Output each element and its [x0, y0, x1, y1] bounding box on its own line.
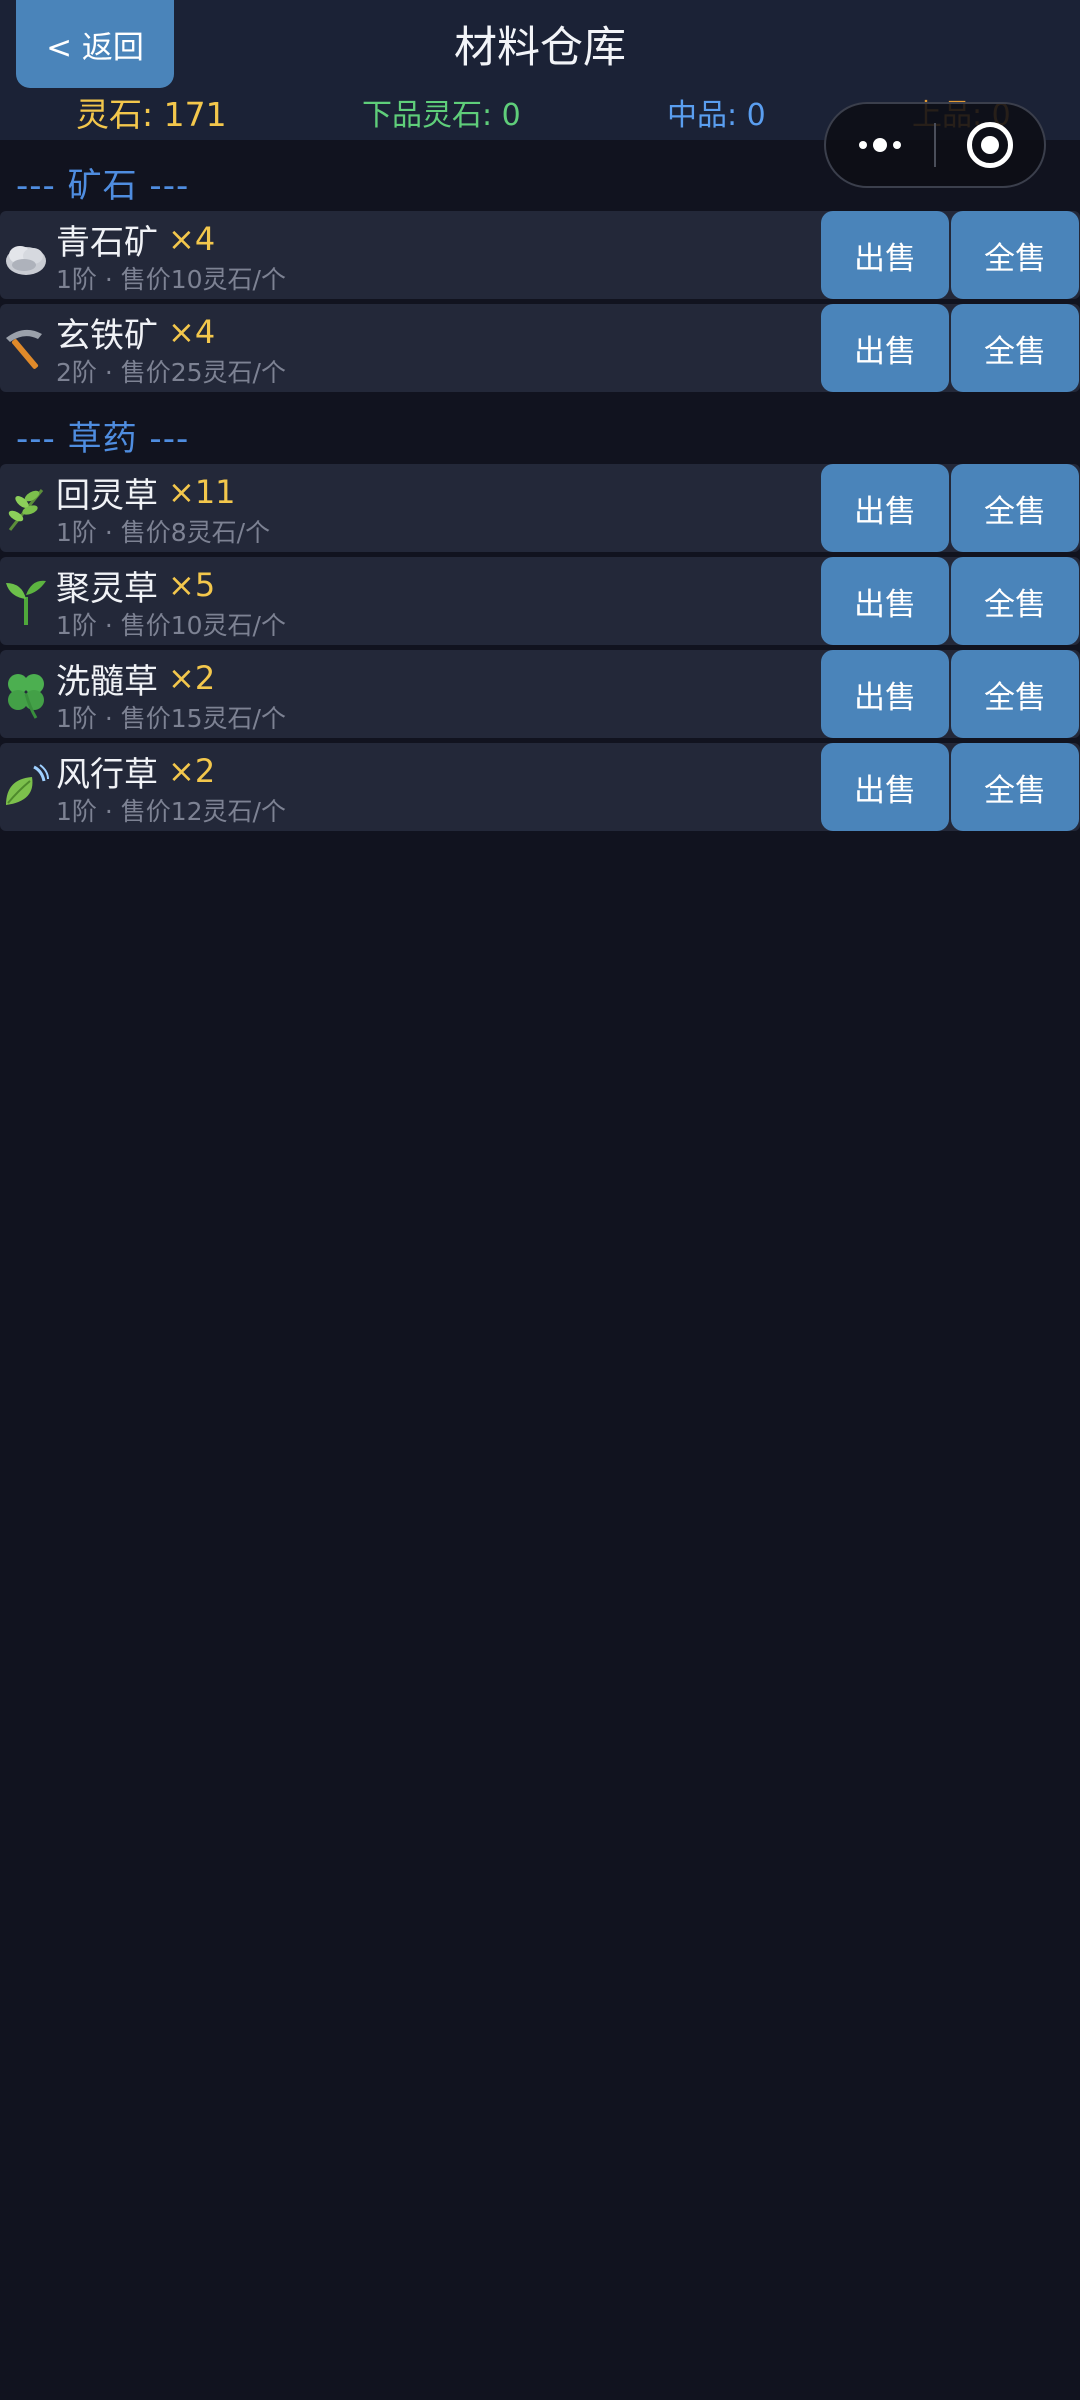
item-description: 1阶 · 售价12灵石/个 — [56, 797, 286, 826]
sell-button[interactable]: 出售 — [821, 557, 949, 645]
item-count: ×2 — [168, 659, 216, 697]
item-name: 洗髓草 — [56, 661, 158, 702]
list-item: 聚灵草 ×5 1阶 · 售价10灵石/个 出售 全售 — [0, 557, 1080, 645]
mid-grade-stone-count: 中品: 0 — [667, 98, 766, 133]
herb-icon — [8, 489, 44, 531]
item-name-row: 聚灵草 ×5 — [56, 563, 216, 609]
item-name: 玄铁矿 — [56, 315, 158, 356]
item-name: 青石矿 — [56, 222, 158, 263]
more-button[interactable] — [826, 104, 934, 186]
item-name-row: 玄铁矿 ×4 — [56, 310, 216, 356]
section-title-ore: --- 矿石 --- — [16, 165, 190, 206]
target-circle-icon — [966, 122, 1013, 168]
mini-program-capsule — [824, 102, 1046, 188]
list-item: 风行草 ×2 1阶 · 售价12灵石/个 出售 全售 — [0, 743, 1080, 831]
list-item: 回灵草 ×11 1阶 · 售价8灵石/个 出售 全售 — [0, 464, 1080, 552]
list-item: 玄铁矿 ×4 2阶 · 售价25灵石/个 出售 全售 — [0, 304, 1080, 392]
item-name-row: 青石矿 ×4 — [56, 217, 216, 263]
item-name-row: 洗髓草 ×2 — [56, 656, 216, 702]
sell-all-button[interactable]: 全售 — [951, 650, 1079, 738]
sell-all-button[interactable]: 全售 — [951, 211, 1079, 299]
item-name-row: 风行草 ×2 — [56, 749, 216, 795]
app-root: < 返回 材料仓库 灵石: 171 下品灵石: 0 中品: 0 上品: 0 --… — [0, 0, 1080, 2400]
item-count: ×4 — [168, 220, 216, 258]
item-count: ×11 — [168, 473, 236, 511]
pickaxe-icon — [6, 329, 42, 369]
clover-icon — [8, 674, 44, 719]
item-name-row: 回灵草 ×11 — [56, 470, 236, 516]
sell-button[interactable]: 出售 — [821, 650, 949, 738]
seedling-icon — [6, 580, 46, 625]
sell-button[interactable]: 出售 — [821, 211, 949, 299]
item-count: ×4 — [168, 313, 216, 351]
section-title-herb: --- 草药 --- — [16, 418, 190, 459]
back-button[interactable]: < 返回 — [16, 0, 174, 88]
sell-all-button[interactable]: 全售 — [951, 304, 1079, 392]
item-description: 1阶 · 售价10灵石/个 — [56, 611, 286, 640]
rock-icon — [6, 246, 46, 275]
item-description: 1阶 · 售价8灵石/个 — [56, 518, 271, 547]
item-name: 风行草 — [56, 754, 158, 795]
more-dots-icon — [859, 138, 901, 152]
list-item: 洗髓草 ×2 1阶 · 售价15灵石/个 出售 全售 — [0, 650, 1080, 738]
list-item: 青石矿 ×4 1阶 · 售价10灵石/个 出售 全售 — [0, 211, 1080, 299]
item-name: 回灵草 — [56, 475, 158, 516]
item-name: 聚灵草 — [56, 568, 158, 609]
close-button[interactable] — [936, 104, 1044, 186]
sell-all-button[interactable]: 全售 — [951, 743, 1079, 831]
sell-button[interactable]: 出售 — [821, 743, 949, 831]
spirit-stone-count: 灵石: 171 — [76, 95, 227, 134]
item-description: 2阶 · 售价25灵石/个 — [56, 358, 286, 387]
sell-all-button[interactable]: 全售 — [951, 557, 1079, 645]
item-description: 1阶 · 售价10灵石/个 — [56, 265, 286, 294]
sell-button[interactable]: 出售 — [821, 464, 949, 552]
sell-all-button[interactable]: 全售 — [951, 464, 1079, 552]
sell-button[interactable]: 出售 — [821, 304, 949, 392]
item-description: 1阶 · 售价15灵石/个 — [56, 704, 286, 733]
item-count: ×5 — [168, 566, 216, 604]
item-count: ×2 — [168, 752, 216, 790]
leaf-wind-icon — [6, 764, 49, 805]
low-grade-stone-count: 下品灵石: 0 — [362, 98, 521, 133]
